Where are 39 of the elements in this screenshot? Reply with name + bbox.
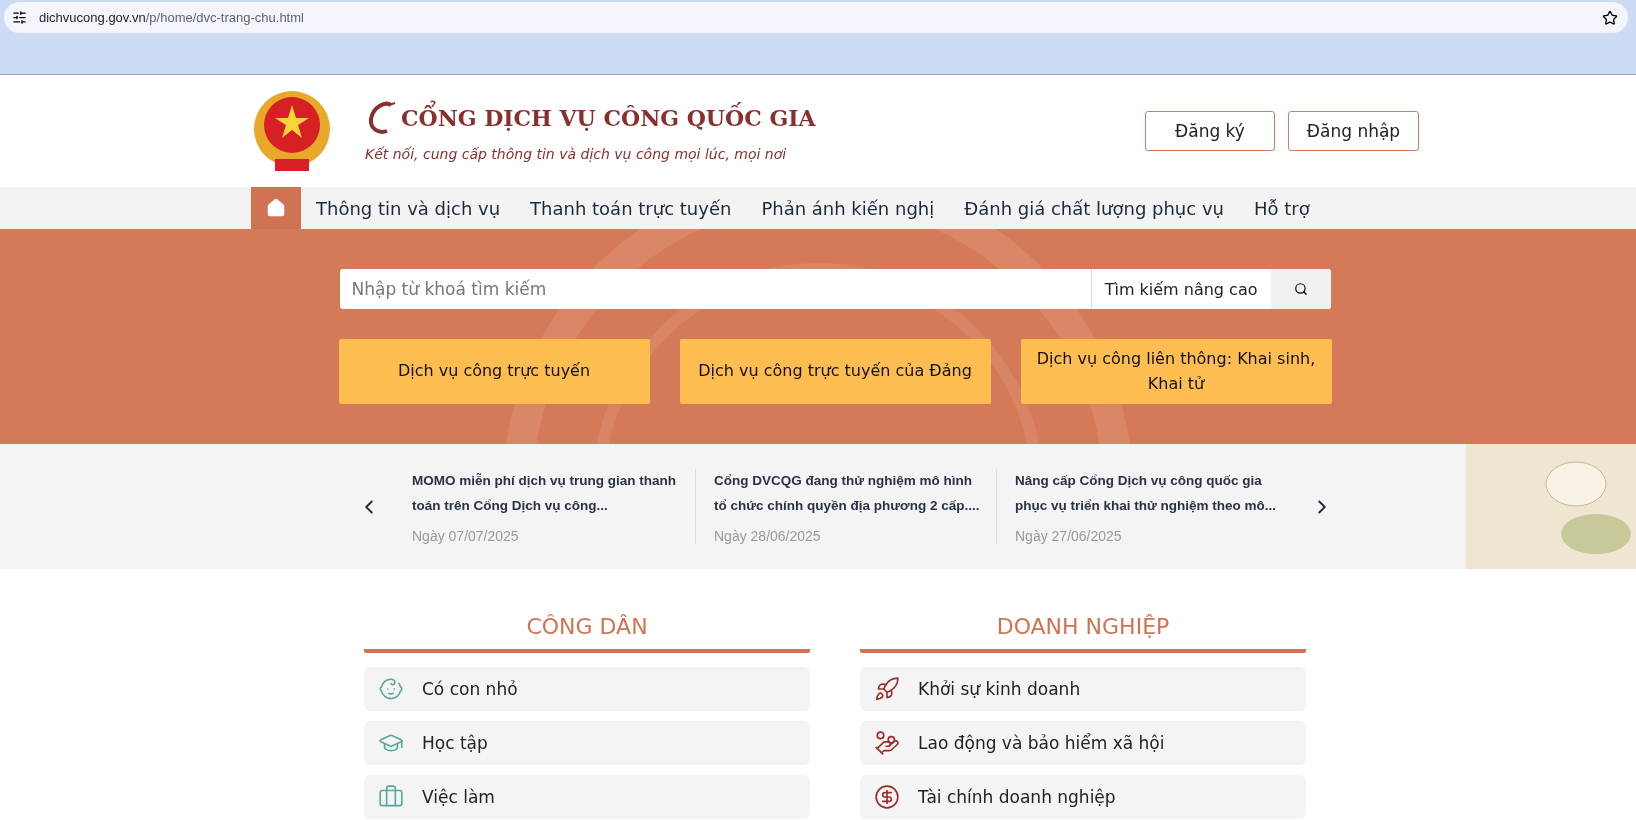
site-slogan: Kết nối, cung cấp thông tin và dịch vụ công mọi lúc, mọi nơi xyxy=(365,146,788,162)
news-date: Ngày 27/06/2025 xyxy=(1015,527,1123,544)
site-title: CỔNG DỊCH VỤ CÔNG QUỐC GIA xyxy=(401,100,816,136)
register-button[interactable]: Đăng ký xyxy=(1145,111,1275,151)
address-bar[interactable]: dichvucong.gov.vn/p/home/dvc-trang-chu.html xyxy=(4,2,1628,33)
nav-link[interactable]: Thanh toán trực tuyến xyxy=(515,197,747,219)
service-button[interactable]: Dịch vụ công liên thông: Khai sinh, Khai tử xyxy=(1020,339,1332,404)
service-button[interactable]: Dịch vụ công trực tuyến xyxy=(338,339,650,404)
search-icon xyxy=(1293,282,1308,296)
bookmark-star-icon[interactable] xyxy=(1602,9,1618,26)
baby-icon xyxy=(378,676,404,702)
hand-coins-icon xyxy=(874,730,900,756)
rocket-icon xyxy=(874,676,900,702)
home-button[interactable] xyxy=(251,187,301,229)
search-field[interactable]: Nhập từ khoá tìm kiếm Tìm kiếm nâng cao xyxy=(339,269,1331,309)
category-link[interactable]: Khởi sự kinh doanh xyxy=(860,667,1306,711)
news-title[interactable]: Cổng DVCQG đang thử nghiệm mô hình tổ chức chính quyền địa phương 2 cấp.... xyxy=(714,469,988,518)
dollar-icon xyxy=(874,784,900,810)
search-button[interactable] xyxy=(1270,269,1331,309)
nav-link[interactable]: Đánh giá chất lượng phục vụ xyxy=(949,197,1239,219)
service-button[interactable]: Dịch vụ công trực tuyến của Đảng xyxy=(679,339,991,404)
login-button[interactable]: Đăng nhập xyxy=(1288,111,1419,151)
url-text: dichvucong.gov.vn/p/home/dvc-trang-chu.html xyxy=(39,10,305,25)
home-icon xyxy=(266,198,286,218)
category-link[interactable]: Có con nhỏ xyxy=(364,667,810,711)
news-date: Ngày 28/06/2025 xyxy=(714,527,822,544)
category-link[interactable]: Tài chính doanh nghiệp xyxy=(860,775,1306,819)
section-heading: DOANH NGHIỆP xyxy=(860,614,1306,653)
news-title[interactable]: MOMO miễn phí dịch vụ trung gian thanh toán trên Cổng Dịch vụ công... xyxy=(412,469,687,518)
category-link[interactable]: Lao động và bảo hiểm xã hội xyxy=(860,721,1306,765)
site-settings-icon[interactable] xyxy=(12,10,27,25)
nav-link[interactable]: Hỗ trợ xyxy=(1238,197,1325,219)
nav-link[interactable]: Phản ánh kiến nghị xyxy=(746,197,950,219)
category-link[interactable]: Học tập xyxy=(364,721,810,765)
news-title[interactable]: Nâng cấp Cổng Dịch vụ công quốc gia phục vụ triển khai thử nghiệm theo mô... xyxy=(1015,469,1289,518)
nav-link[interactable]: Thông tin và dịch vụ xyxy=(301,197,516,219)
news-date: Ngày 07/07/2025 xyxy=(412,527,520,544)
section-heading: CÔNG DÂN xyxy=(364,614,810,653)
category-link[interactable]: Việc làm xyxy=(364,775,810,819)
